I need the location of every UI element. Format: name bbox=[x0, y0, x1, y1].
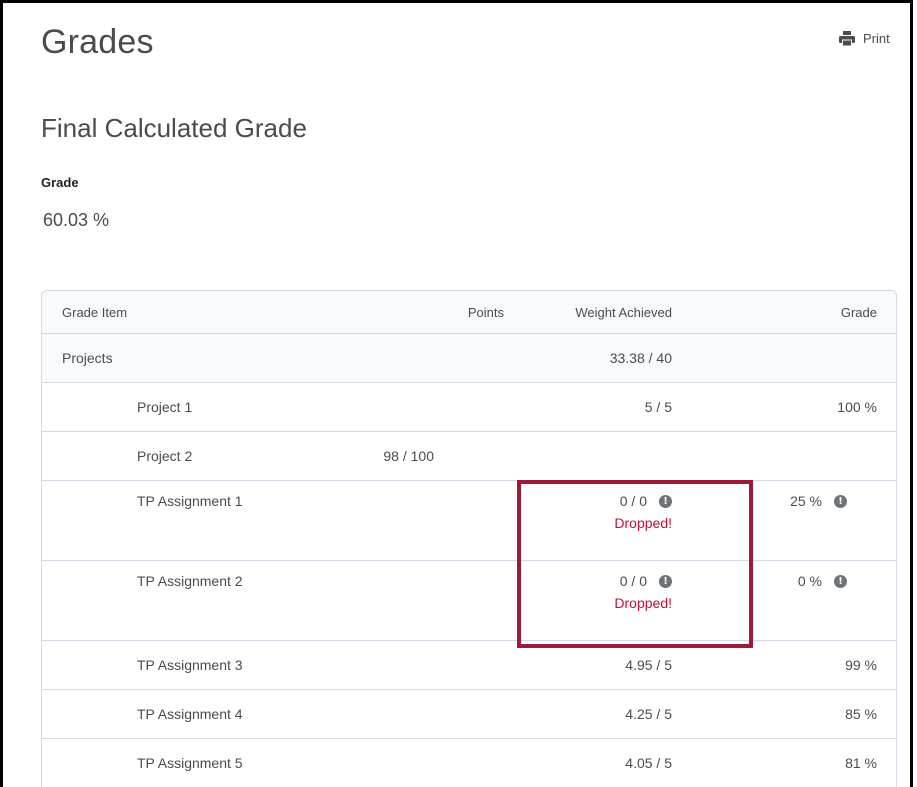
points-value: 98 / 100 bbox=[383, 448, 434, 464]
grade-item-name: TP Assignment 1 bbox=[137, 493, 243, 509]
grade-value: 99 % bbox=[845, 657, 877, 673]
grade-cell: 25 % ! bbox=[742, 481, 877, 560]
grade-item-name: Project 2 bbox=[137, 448, 193, 464]
category-row-projects: Projects 33.38 / 40 bbox=[42, 333, 896, 382]
weight-achieved: 0 / 0 bbox=[619, 493, 647, 509]
table-row: TP Assignment 4 4.25 / 5 85 % bbox=[42, 689, 896, 738]
info-icon[interactable]: ! bbox=[659, 574, 672, 588]
print-label: Print bbox=[863, 31, 890, 46]
weight-achieved-cell: 0 / 0 ! Dropped! bbox=[514, 481, 672, 560]
info-icon[interactable]: ! bbox=[659, 494, 672, 508]
table-row: Project 2 98 / 100 bbox=[42, 431, 896, 480]
category-weight: 33.38 / 40 bbox=[609, 350, 672, 366]
column-header-weight-achieved: Weight Achieved bbox=[575, 304, 672, 320]
grade-item-name: Project 1 bbox=[137, 399, 193, 415]
column-header-points: Points bbox=[467, 304, 504, 320]
grade-item-name: TP Assignment 4 bbox=[137, 706, 243, 722]
grade-item-name: TP Assignment 3 bbox=[137, 657, 243, 673]
table-row: TP Assignment 3 4.95 / 5 99 % bbox=[42, 640, 896, 689]
grade-value: 25 % bbox=[790, 493, 822, 509]
table-header: Grade Item Points Weight Achieved Grade bbox=[42, 291, 896, 333]
category-name: Projects bbox=[62, 350, 113, 366]
grade-item-name: TP Assignment 2 bbox=[137, 573, 243, 589]
grade-value: 85 % bbox=[845, 706, 877, 722]
page-title: Grades bbox=[41, 23, 154, 61]
weight-achieved: 4.25 / 5 bbox=[625, 706, 672, 722]
dropped-label: Dropped! bbox=[614, 595, 672, 611]
final-calculated-grade-heading: Final Calculated Grade bbox=[41, 113, 307, 143]
grade-value: 0 % bbox=[797, 573, 822, 589]
dropped-label: Dropped! bbox=[614, 515, 672, 531]
grade-item-name: TP Assignment 5 bbox=[137, 755, 243, 771]
print-button[interactable]: Print bbox=[839, 31, 890, 46]
weight-achieved-cell: 0 / 0 ! Dropped! bbox=[514, 561, 672, 640]
grades-page: Grades Print Final Calculated Grade Grad… bbox=[0, 0, 913, 787]
printer-icon bbox=[839, 31, 855, 46]
table-row: TP Assignment 2 0 / 0 ! Dropped! 0 % ! bbox=[42, 560, 896, 640]
weight-achieved: 4.95 / 5 bbox=[625, 657, 672, 673]
table-row: Project 1 5 / 5 100 % bbox=[42, 382, 896, 431]
grade-cell: 0 % ! bbox=[742, 561, 877, 640]
info-icon[interactable]: ! bbox=[834, 494, 847, 508]
column-header-grade-item: Grade Item bbox=[62, 304, 128, 320]
grade-value: 81 % bbox=[845, 755, 877, 771]
weight-achieved: 0 / 0 bbox=[619, 573, 647, 589]
table-row: TP Assignment 5 4.05 / 5 81 % bbox=[42, 738, 896, 787]
grade-value: 100 % bbox=[837, 399, 877, 415]
final-grade-value: 60.03 % bbox=[43, 210, 110, 230]
info-icon[interactable]: ! bbox=[834, 574, 847, 588]
grades-table: Grade Item Points Weight Achieved Grade … bbox=[41, 290, 897, 787]
table-row: TP Assignment 1 0 / 0 ! Dropped! 25 % ! bbox=[42, 480, 896, 560]
grade-label: Grade bbox=[41, 175, 79, 190]
weight-achieved: 4.05 / 5 bbox=[625, 755, 672, 771]
weight-achieved: 5 / 5 bbox=[644, 399, 672, 415]
column-header-grade: Grade bbox=[840, 304, 877, 320]
